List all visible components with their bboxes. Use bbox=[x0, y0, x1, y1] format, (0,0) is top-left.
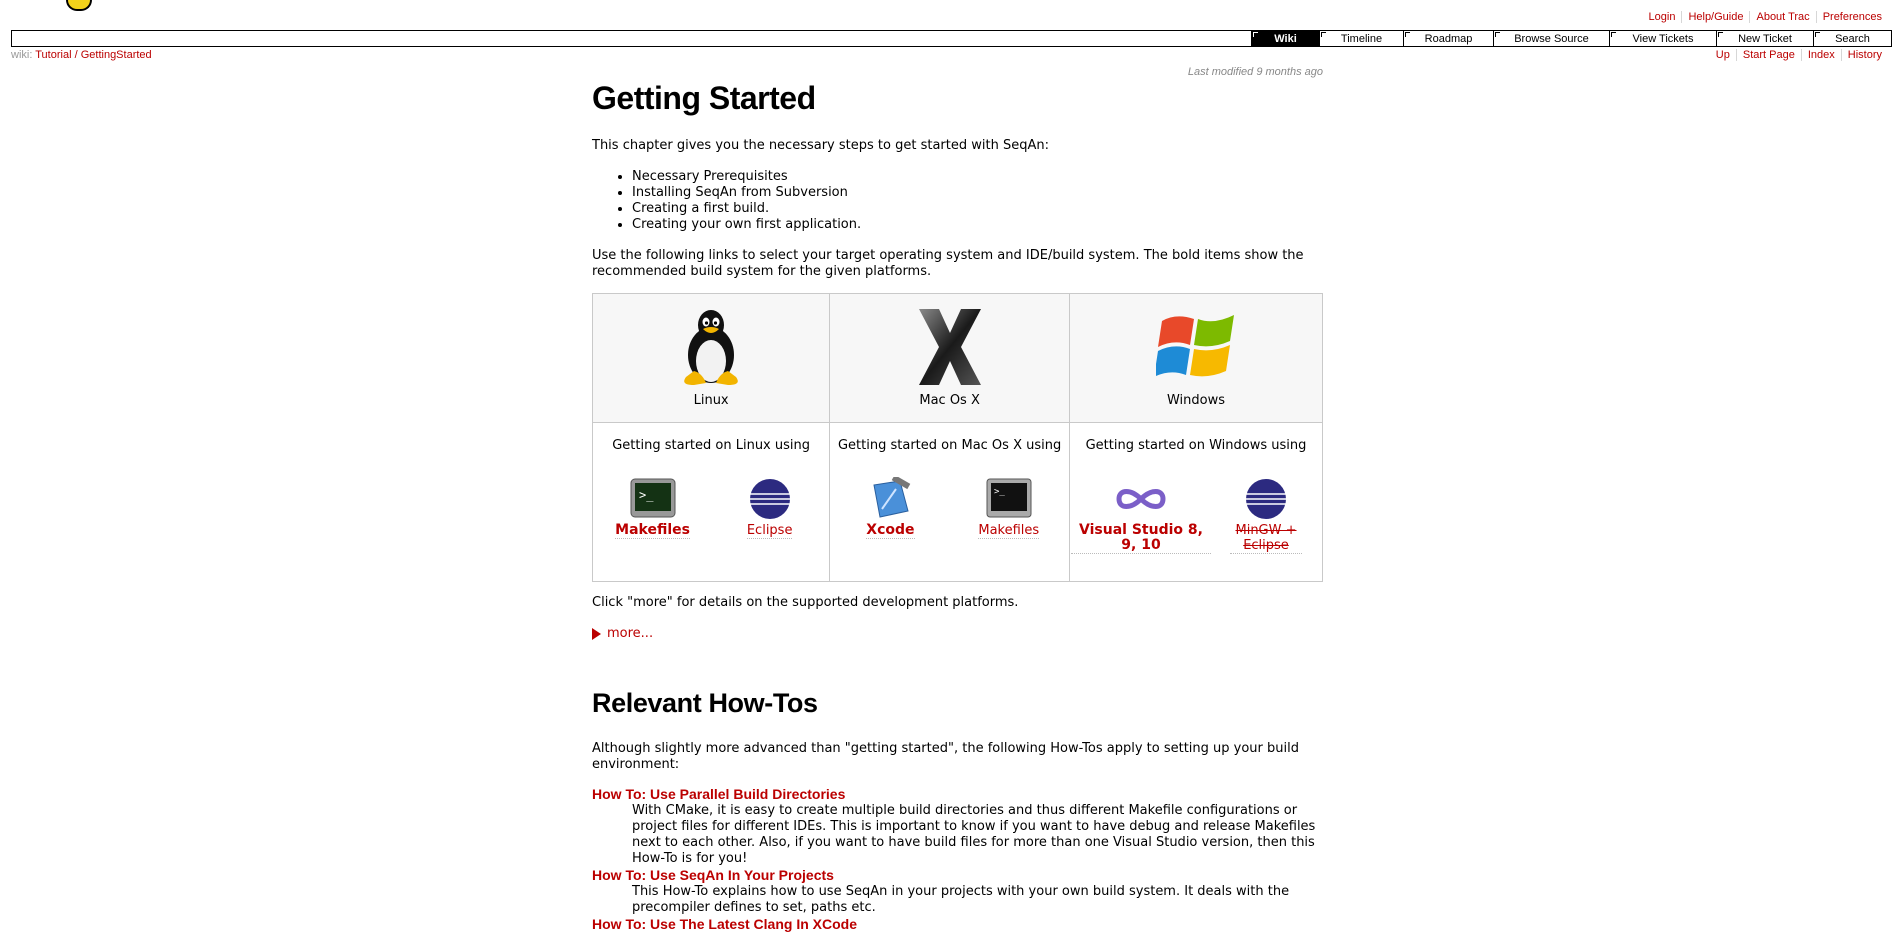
tool-makefiles-linux: >_ Makefiles bbox=[598, 477, 708, 539]
more-hint: Click "more" for details on the supporte… bbox=[592, 595, 1019, 610]
list-item: Creating a first build. bbox=[632, 201, 1323, 217]
about-trac-link[interactable]: About Trac bbox=[1749, 11, 1816, 23]
list-item: Creating your own first application. bbox=[632, 217, 1323, 233]
tab-timeline[interactable]: Timeline bbox=[1319, 31, 1403, 46]
toc-list: Necessary Prerequisites Installing SeqAn… bbox=[592, 169, 1323, 233]
howto-description: This How-To explains how to use SeqAn in… bbox=[632, 883, 1290, 915]
tab-roadmap[interactable]: Roadmap bbox=[1403, 31, 1493, 46]
list-item: Necessary Prerequisites bbox=[632, 169, 1323, 185]
breadcrumb: wiki: Tutorial / GettingStarted bbox=[11, 49, 152, 61]
windows-logo-icon[interactable] bbox=[1156, 307, 1236, 387]
makefiles-link[interactable]: Makefiles bbox=[615, 523, 690, 539]
tab-wiki[interactable]: Wiki bbox=[1251, 31, 1319, 46]
xcode-link[interactable]: Xcode bbox=[866, 523, 915, 539]
terminal-icon[interactable]: >_ bbox=[629, 477, 677, 521]
platform-cell-mac: Mac Os X bbox=[829, 293, 1070, 423]
platform-name-windows: Windows bbox=[1166, 393, 1226, 408]
intro-text: This chapter gives you the necessary ste… bbox=[592, 138, 1049, 153]
visual-studio-icon[interactable] bbox=[1113, 477, 1169, 521]
using-text: Getting started on Linux using bbox=[612, 438, 810, 453]
tool-visual-studio: Visual Studio 8, 9, 10 bbox=[1071, 477, 1211, 554]
platform-cell-linux: Linux bbox=[591, 293, 831, 423]
tab-browse-source[interactable]: Browse Source bbox=[1493, 31, 1609, 46]
preferences-link[interactable]: Preferences bbox=[1815, 11, 1888, 23]
platform-table: Linux Mac Os X Windows Getting started o… bbox=[591, 293, 1323, 582]
breadcrumb-prefix: wiki: bbox=[11, 49, 33, 61]
svg-text:>_: >_ bbox=[639, 488, 654, 502]
xcode-icon[interactable] bbox=[866, 477, 914, 521]
terminal-icon[interactable]: >_ bbox=[985, 477, 1033, 521]
section-title: Relevant How-Tos bbox=[592, 687, 818, 718]
eclipse-icon[interactable] bbox=[1242, 477, 1290, 521]
disclosure-triangle-icon bbox=[592, 627, 601, 640]
breadcrumb-tutorial[interactable]: Tutorial bbox=[35, 49, 71, 61]
mac-tools-cell: Getting started on Mac Os X using Xcode bbox=[829, 422, 1070, 582]
breadcrumb-separator: / bbox=[74, 49, 78, 61]
context-nav: Up Start Page Index History bbox=[1710, 49, 1888, 61]
last-modified[interactable]: Last modified 9 months ago bbox=[1188, 66, 1323, 78]
mac-os-x-icon[interactable] bbox=[915, 307, 985, 387]
breadcrumb-gettingstarted[interactable]: GettingStarted bbox=[81, 49, 152, 61]
more-label: more... bbox=[607, 626, 654, 641]
list-item: Installing SeqAn from Subversion bbox=[632, 185, 1323, 201]
wiki-content: Getting Started This chapter gives you t… bbox=[591, 80, 1323, 933]
linux-tools-cell: Getting started on Linux using >_ Makefi… bbox=[591, 422, 831, 582]
help-guide-link[interactable]: Help/Guide bbox=[1681, 11, 1750, 23]
tab-search[interactable]: Search bbox=[1813, 31, 1891, 46]
history-link[interactable]: History bbox=[1840, 49, 1888, 61]
platform-cell-windows: Windows bbox=[1069, 293, 1323, 423]
select-platform-text: Use the following links to select your t… bbox=[592, 248, 1304, 279]
howto-parallel-build-link[interactable]: How To: Use Parallel Build Directories bbox=[592, 786, 845, 802]
up-link[interactable]: Up bbox=[1710, 49, 1736, 61]
tool-eclipse-linux: Eclipse bbox=[715, 477, 825, 539]
index-link[interactable]: Index bbox=[1800, 49, 1841, 61]
howto-use-seqan-link[interactable]: How To: Use SeqAn In Your Projects bbox=[592, 867, 834, 883]
more-toggle[interactable]: more... bbox=[592, 626, 653, 641]
tool-mingw-eclipse: MinGW + Eclipse bbox=[1211, 477, 1321, 554]
windows-tools-cell: Getting started on Windows using Visual … bbox=[1069, 422, 1323, 582]
howto-clang-xcode-link[interactable]: How To: Use The Latest Clang In XCode bbox=[592, 916, 857, 932]
mingw-eclipse-link[interactable]: MinGW + Eclipse bbox=[1230, 523, 1302, 554]
svg-text:>_: >_ bbox=[994, 487, 1005, 497]
howto-list: How To: Use Parallel Build Directories W… bbox=[592, 786, 1323, 933]
using-text: Getting started on Mac Os X using bbox=[837, 438, 1062, 453]
platform-name-mac: Mac Os X bbox=[919, 393, 980, 408]
using-text: Getting started on Windows using bbox=[1085, 438, 1307, 453]
tool-xcode: Xcode bbox=[835, 477, 945, 539]
meta-nav: Login Help/Guide About Trac Preferences bbox=[1643, 11, 1888, 23]
visual-studio-link[interactable]: Visual Studio 8, 9, 10 bbox=[1071, 523, 1211, 554]
howto-description: With CMake, it is easy to create multipl… bbox=[632, 802, 1316, 866]
tux-penguin-icon[interactable] bbox=[676, 307, 746, 387]
howtos-intro: Although slightly more advanced than "ge… bbox=[592, 740, 1299, 772]
platform-name-linux: Linux bbox=[693, 393, 729, 408]
main-nav: Wiki Timeline Roadmap Browse Source View… bbox=[11, 30, 1892, 47]
page-title: Getting Started bbox=[592, 80, 816, 116]
tool-makefiles-mac: >_ Makefiles bbox=[954, 477, 1064, 539]
tab-new-ticket[interactable]: New Ticket bbox=[1716, 31, 1813, 46]
trac-logo[interactable] bbox=[66, 0, 92, 11]
eclipse-icon[interactable] bbox=[746, 477, 794, 521]
tab-view-tickets[interactable]: View Tickets bbox=[1609, 31, 1716, 46]
eclipse-link[interactable]: Eclipse bbox=[746, 523, 793, 539]
start-page-link[interactable]: Start Page bbox=[1735, 49, 1801, 61]
makefiles-link[interactable]: Makefiles bbox=[978, 523, 1040, 539]
login-link[interactable]: Login bbox=[1643, 11, 1682, 23]
